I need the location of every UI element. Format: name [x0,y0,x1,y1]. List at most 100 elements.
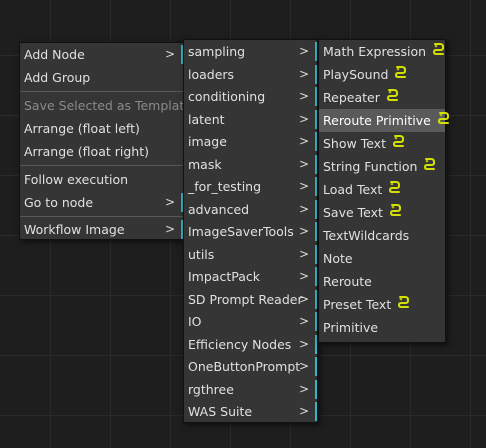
menu-item-label: Save Selected as Template [24,98,192,113]
menu-item-preset-text[interactable]: Preset Text [319,293,445,316]
menu-item-rgthree[interactable]: rgthree > [184,378,317,401]
context-menu-utils: Math Expression PlaySound Repeater Reroute … [318,39,449,343]
menu-item-label: sampling [188,44,246,59]
submenu-indicator [315,244,317,264]
submenu-indicator [315,199,317,219]
menu-item-io[interactable]: IO > [184,310,317,333]
chevron-right-icon: > [298,156,309,171]
menu-item-impactpack[interactable]: ImpactPack > [184,265,317,288]
menu-item-label: Reroute Primitive [323,113,431,128]
chevron-right-icon: > [298,201,309,216]
submenu-indicator [315,267,317,286]
menu-item-primitive[interactable]: Primitive [319,316,445,339]
submenu-indicator [315,177,317,196]
menu-item-save-template: Save Selected as Template [20,94,192,117]
menu-item-label: Add Group [24,70,91,85]
python-snake-icon [436,109,450,132]
submenu-indicator [315,289,317,309]
python-snake-icon [393,63,407,86]
menu-item-image[interactable]: image > [184,130,317,153]
menu-item-reroute[interactable]: Reroute [319,270,445,293]
submenu-indicator [315,87,317,106]
menu-item-mask[interactable]: mask > [184,153,317,176]
menu-item-efficiency-nodes[interactable]: Efficiency Nodes > [184,333,317,356]
menu-item-add-node[interactable]: Add Node > [20,43,183,66]
menu-item-sampling[interactable]: sampling > [184,40,317,63]
menu-item-note[interactable]: Note [319,247,445,270]
submenu-indicator [315,334,317,354]
menu-item-go-to-node[interactable]: Go to node > [20,191,183,214]
menu-item-label: Go to node [24,195,94,210]
menu-item-label: String Function [323,159,418,174]
menu-item-label: loaders [188,66,235,82]
menu-item-utils[interactable]: utils > [184,243,317,266]
submenu-indicator [315,154,317,174]
menu-item-label: IO [188,314,202,329]
menu-item-sd-prompt-reader[interactable]: SD Prompt Reader > [184,288,317,311]
submenu-indicator [315,402,317,421]
menu-item-arrange-left[interactable]: Arrange (float left) [20,117,183,140]
python-snake-icon [396,293,410,316]
chevron-right-icon: > [298,336,309,351]
submenu-indicator [315,132,317,151]
chevron-right-icon: > [298,89,309,103]
menu-item-add-group[interactable]: Add Group [20,66,183,89]
menu-item-advanced[interactable]: advanced > [184,198,317,221]
menu-item-label: Add Node [24,47,85,62]
menu-item-label: OneButtonPrompt [188,359,301,374]
submenu-indicator [315,109,317,129]
menu-item-label: Primitive [323,320,379,335]
menu-item-string-function[interactable]: String Function [319,155,445,178]
submenu-indicator [315,222,317,241]
menu-item-playsound[interactable]: PlaySound [319,63,445,86]
submenu-indicator [315,379,317,399]
menu-item-latent[interactable]: latent > [184,108,317,131]
menu-item-was-suite[interactable]: WAS Suite > [184,400,317,423]
python-snake-icon [385,86,399,109]
menu-item-reroute-primitive[interactable]: Reroute Primitive [319,109,449,132]
menu-item-for-testing[interactable]: _for_testing > [184,175,317,198]
submenu-indicator [315,357,317,376]
chevron-right-icon: > [298,291,309,306]
menu-item-follow-execution[interactable]: Follow execution [20,168,183,191]
menu-item-imagesavertools[interactable]: ImageSaverTools > [184,220,317,243]
menu-item-label: Follow execution [24,172,129,187]
menu-item-repeater[interactable]: Repeater [319,86,445,109]
menu-separator [20,165,183,166]
menu-item-math-expression[interactable]: Math Expression [319,40,445,63]
chevron-right-icon: > [298,179,309,193]
menu-item-label: mask [188,156,222,172]
chevron-right-icon: > [298,44,309,58]
menu-item-label: Save Text [323,205,383,220]
menu-separator [20,91,183,92]
menu-item-label: Preset Text [323,297,392,312]
chevron-right-icon: > [298,359,309,373]
menu-item-label: Arrange (float left) [24,121,140,136]
menu-item-show-text[interactable]: Show Text [319,132,445,155]
chevron-right-icon: > [298,134,309,148]
chevron-right-icon: > [164,195,175,209]
menu-item-label: ImageSaverTools [188,224,294,239]
menu-item-conditioning[interactable]: conditioning > [184,85,317,108]
menu-item-label: ImpactPack [188,269,260,284]
menu-item-save-text[interactable]: Save Text [319,201,445,224]
menu-item-label: SD Prompt Reader [188,291,303,307]
menu-item-load-text[interactable]: Load Text [319,178,445,201]
chevron-right-icon: > [298,224,309,238]
menu-item-label: latent [188,111,225,127]
menu-item-label: Repeater [323,90,380,105]
menu-item-textwildcards[interactable]: TextWildcards [319,224,445,247]
python-snake-icon [422,155,436,178]
menu-item-label: _for_testing [188,179,262,194]
menu-item-label: Workflow Image [24,222,125,237]
menu-item-arrange-right[interactable]: Arrange (float right) [20,140,183,163]
menu-item-onebuttonprompt[interactable]: OneButtonPrompt > [184,355,317,378]
python-snake-icon [431,40,445,63]
menu-separator [20,216,183,217]
menu-item-label: WAS Suite [188,404,253,419]
menu-item-workflow-image[interactable]: Workflow Image > [20,218,183,241]
chevron-right-icon: > [298,269,309,283]
menu-item-label: Load Text [323,182,383,197]
menu-item-loaders[interactable]: loaders > [184,63,317,86]
submenu-indicator [315,42,317,61]
